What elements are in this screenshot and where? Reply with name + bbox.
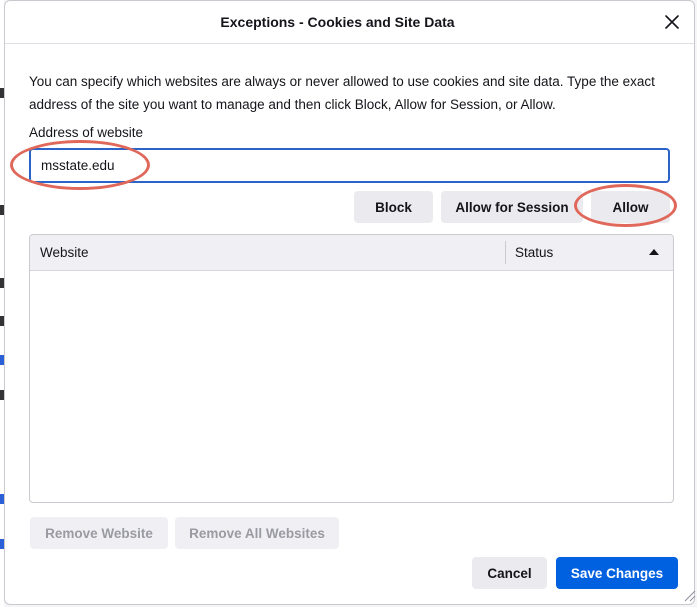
- dialog-title: Exceptions - Cookies and Site Data: [220, 14, 455, 30]
- dialog-titlebar: Exceptions - Cookies and Site Data: [5, 1, 694, 44]
- page: Exceptions - Cookies and Site Data You c…: [0, 0, 697, 607]
- resize-grip-icon[interactable]: [682, 588, 696, 602]
- close-icon: [665, 15, 679, 29]
- allow-for-session-button[interactable]: Allow for Session: [441, 191, 583, 223]
- column-divider[interactable]: [505, 241, 506, 264]
- address-label: Address of website: [29, 125, 144, 140]
- remove-all-websites-button[interactable]: Remove All Websites: [175, 517, 339, 549]
- column-header-website[interactable]: Website: [40, 245, 89, 260]
- dialog-description: You can specify which websites are alway…: [29, 74, 655, 112]
- column-header-status[interactable]: Status: [515, 245, 553, 260]
- address-input[interactable]: [29, 148, 670, 183]
- allow-button[interactable]: Allow: [591, 191, 670, 223]
- exceptions-table: Website Status: [29, 234, 674, 503]
- save-changes-button[interactable]: Save Changes: [556, 557, 678, 589]
- exceptions-dialog: Exceptions - Cookies and Site Data You c…: [4, 0, 696, 605]
- sort-ascending-icon: [649, 249, 659, 255]
- close-button[interactable]: [661, 11, 683, 33]
- table-header: Website Status: [30, 235, 673, 271]
- block-button[interactable]: Block: [354, 191, 433, 223]
- remove-website-button[interactable]: Remove Website: [30, 517, 168, 549]
- cancel-button[interactable]: Cancel: [472, 557, 547, 589]
